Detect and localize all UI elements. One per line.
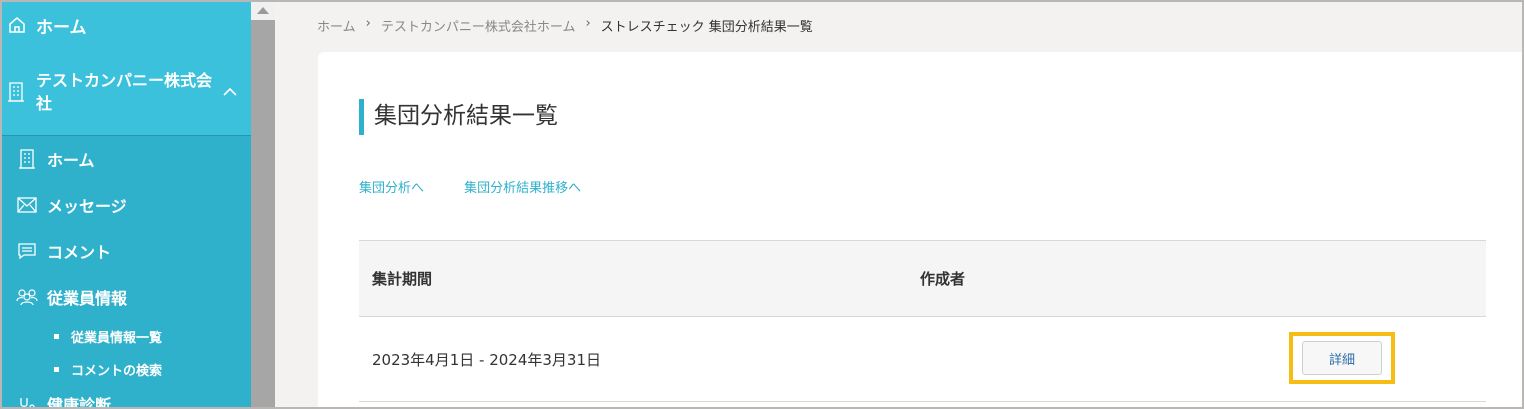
column-header-author: 作成者 xyxy=(920,270,966,288)
building-icon xyxy=(8,81,26,103)
bullet-icon xyxy=(54,367,59,372)
breadcrumb-item-company-home[interactable]: テストカンパニー株式会社ホーム xyxy=(381,16,576,35)
breadcrumb-separator-icon: › xyxy=(585,16,591,31)
sidebar-item-label: 従業員情報 xyxy=(47,289,128,308)
page-links: 集団分析へ 集団分析結果推移へ xyxy=(359,177,617,196)
people-icon xyxy=(16,286,38,308)
sidebar-item-messages[interactable]: メッセージ xyxy=(2,182,251,228)
page-title: 集団分析結果一覧 xyxy=(359,99,558,135)
breadcrumb-item-home[interactable]: ホーム xyxy=(317,16,356,35)
bullet-icon xyxy=(54,334,59,339)
sidebar-home-link[interactable]: ホーム xyxy=(2,2,251,48)
scrollbar-thumb[interactable] xyxy=(251,20,275,407)
detail-button-highlight: 詳細 xyxy=(1289,332,1395,384)
sidebar-item-comments[interactable]: コメント xyxy=(2,228,251,274)
sidebar-company-label: テストカンパニー株式会社 xyxy=(36,70,213,113)
sidebar-item-company-home[interactable]: ホーム xyxy=(2,136,251,182)
breadcrumb: ホーム › テストカンパニー株式会社ホーム › ストレスチェック 集団分析結果一… xyxy=(317,16,813,35)
breadcrumb-separator-icon: › xyxy=(365,16,371,31)
sidebar-item-label: コメント xyxy=(47,243,112,262)
detail-button[interactable]: 詳細 xyxy=(1302,341,1382,375)
sidebar-subitem-employee-list[interactable]: 従業員情報一覧 xyxy=(2,320,251,353)
breadcrumb-current: ストレスチェック 集団分析結果一覧 xyxy=(600,20,813,35)
group-analysis-trend-link[interactable]: 集団分析結果推移へ xyxy=(464,181,581,196)
results-table: 集計期間 作成者 2023年4月1日 - 2024年3月31日 詳細 xyxy=(359,240,1486,402)
sidebar-item-health-checkup[interactable]: 健康診断 xyxy=(2,386,251,407)
cell-period: 2023年4月1日 - 2024年3月31日 xyxy=(372,350,602,369)
sidebar-subitem-label: 従業員情報一覧 xyxy=(71,331,163,346)
sidebar-item-label: ホーム xyxy=(47,151,95,170)
building-icon xyxy=(16,148,38,170)
sidebar-home-label: ホーム xyxy=(36,17,87,38)
comment-icon xyxy=(16,240,38,262)
column-header-period: 集計期間 xyxy=(372,270,433,288)
sidebar-subitem-comment-search[interactable]: コメントの検索 xyxy=(2,353,251,386)
table-row: 2023年4月1日 - 2024年3月31日 詳細 xyxy=(359,317,1486,402)
envelope-icon xyxy=(16,194,38,216)
sidebar-item-label: メッセージ xyxy=(47,197,127,216)
sidebar-subitem-label: コメントの検索 xyxy=(71,364,163,379)
sidebar: ホーム テストカンパニー株式会社 ホーム メッセージ コメント 従業員情報 従業… xyxy=(2,2,251,407)
group-analysis-link[interactable]: 集団分析へ xyxy=(359,181,424,196)
sidebar-item-employees[interactable]: 従業員情報 xyxy=(2,274,251,320)
sidebar-item-label: 健康診断 xyxy=(47,396,112,407)
table-header: 集計期間 作成者 xyxy=(359,240,1486,317)
chevron-up-icon xyxy=(223,84,237,98)
sidebar-header: ホーム テストカンパニー株式会社 xyxy=(2,2,251,136)
home-icon xyxy=(6,14,28,36)
sidebar-company-toggle[interactable]: テストカンパニー株式会社 xyxy=(2,48,251,136)
sidebar-scrollbar[interactable] xyxy=(251,2,275,407)
stethoscope-icon xyxy=(16,394,38,407)
scroll-up-arrow-icon[interactable] xyxy=(257,7,269,14)
